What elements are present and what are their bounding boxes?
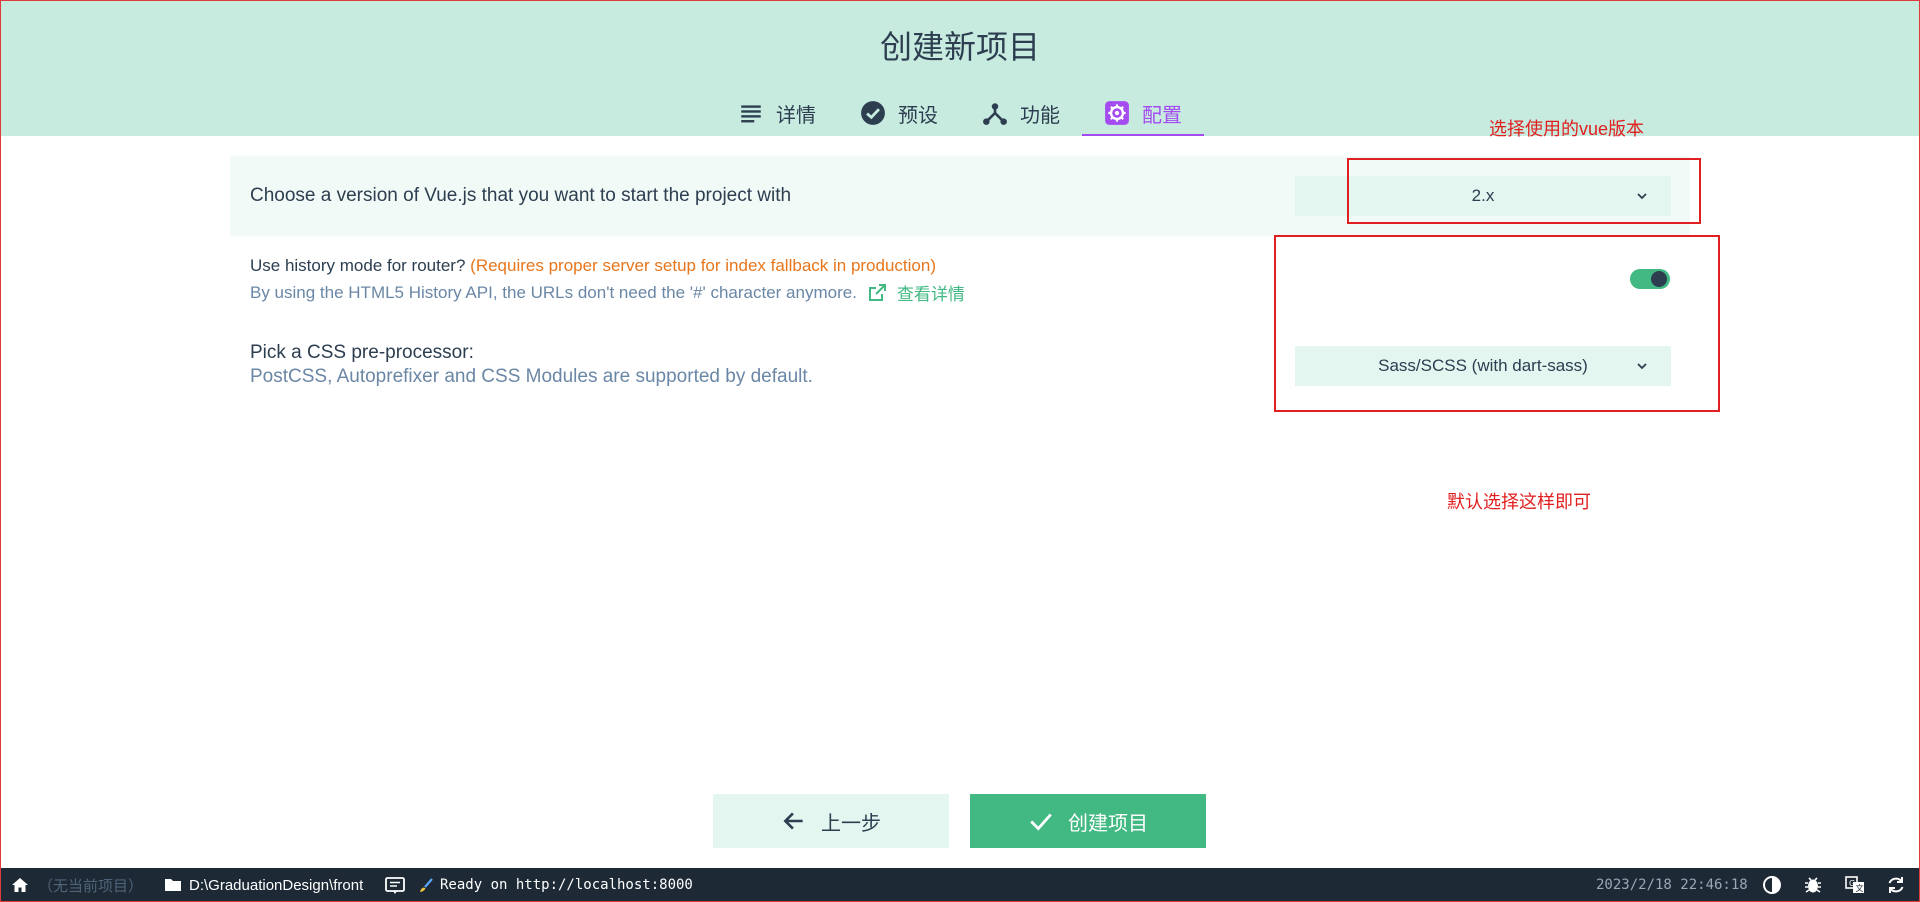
bug-icon <box>1805 877 1821 893</box>
status-bar: （无当前项目） D:\GraduationDesign\front Ready … <box>0 868 1920 902</box>
gear-icon <box>1105 101 1129 125</box>
history-mode-description-text: By using the HTML5 History API, the URLs… <box>250 282 857 302</box>
log-toggle[interactable] <box>385 868 405 902</box>
tab-details-label: 详情 <box>776 104 816 127</box>
history-mode-label: Use history mode for router? <box>250 256 466 275</box>
vue-version-value: 2.x <box>1471 186 1495 205</box>
fork-icon <box>983 103 1007 125</box>
more-info-link[interactable]: 查看详情 <box>867 280 965 305</box>
history-mode-description: By using the HTML5 History API, the URLs… <box>250 280 965 305</box>
create-project-button[interactable]: 创建项目 <box>970 794 1206 848</box>
back-button[interactable]: 上一步 <box>713 794 949 848</box>
clock: 2023/2/18 22:46:18 <box>1596 877 1748 893</box>
history-mode-toggle[interactable] <box>1630 269 1670 289</box>
svg-text:文: 文 <box>1856 883 1864 893</box>
folder-path[interactable]: D:\GraduationDesign\front <box>163 868 363 902</box>
page-title: 创建新项目 <box>879 29 1040 65</box>
tab-features-label: 功能 <box>1020 104 1060 127</box>
translate-button[interactable]: G文 <box>1845 868 1865 902</box>
check-circle-icon <box>861 101 885 125</box>
annotation-default-note: 默认选择这样即可 <box>1447 492 1591 512</box>
home-button[interactable] <box>10 868 30 902</box>
brush-icon <box>420 878 433 892</box>
dark-mode-button[interactable] <box>1762 868 1782 902</box>
folder-icon <box>165 879 181 891</box>
console-icon <box>385 877 405 894</box>
css-preprocessor-select[interactable]: Sass/SCSS (with dart-sass) <box>1295 346 1671 386</box>
folder-path-text: D:\GraduationDesign\front <box>189 876 364 894</box>
contrast-icon <box>1763 876 1781 894</box>
svg-text:G: G <box>1849 879 1855 888</box>
back-button-label: 上一步 <box>821 812 881 835</box>
create-project-label: 创建项目 <box>1068 812 1148 835</box>
tab-config-label: 配置 <box>1142 104 1182 127</box>
chevron-down-icon <box>1637 363 1647 370</box>
translate-icon: G文 <box>1845 876 1864 893</box>
log-message: Ready on http://localhost:8000 <box>418 868 693 902</box>
toggle-knob <box>1651 271 1667 287</box>
tab-config[interactable]: 配置 <box>1082 90 1204 136</box>
vue-version-label: Choose a version of Vue.js that you want… <box>250 185 792 206</box>
css-preprocessor-value: Sass/SCSS (with dart-sass) <box>1378 356 1588 375</box>
chevron-down-icon <box>1637 193 1647 200</box>
check-icon <box>1030 813 1052 831</box>
tab-preset-label: 预设 <box>898 104 938 127</box>
home-icon <box>12 878 28 892</box>
bug-report-button[interactable] <box>1803 868 1823 902</box>
tab-preset[interactable]: 预设 <box>838 90 960 136</box>
log-message-text: Ready on http://localhost:8000 <box>440 877 693 893</box>
vue-version-select[interactable]: 2.x <box>1295 176 1671 216</box>
tab-details[interactable]: 详情 <box>716 90 838 136</box>
css-preprocessor-description: PostCSS, Autoprefixer and CSS Modules ar… <box>250 366 813 387</box>
external-link-icon <box>868 283 886 301</box>
current-project[interactable]: （无当前项目） <box>38 868 143 902</box>
refresh-icon <box>1888 877 1904 893</box>
more-info-label: 查看详情 <box>896 285 965 304</box>
arrow-left-icon <box>783 812 803 830</box>
refresh-button[interactable] <box>1886 868 1906 902</box>
tab-features[interactable]: 功能 <box>960 90 1082 136</box>
history-mode-title: Use history mode for router? (Requires p… <box>250 256 936 276</box>
css-preprocessor-label: Pick a CSS pre-processor: <box>250 342 474 363</box>
list-icon <box>741 105 761 123</box>
history-mode-warning: (Requires proper server setup for index … <box>470 256 936 275</box>
annotation-vue-version-note: 选择使用的vue版本 <box>1489 119 1645 139</box>
